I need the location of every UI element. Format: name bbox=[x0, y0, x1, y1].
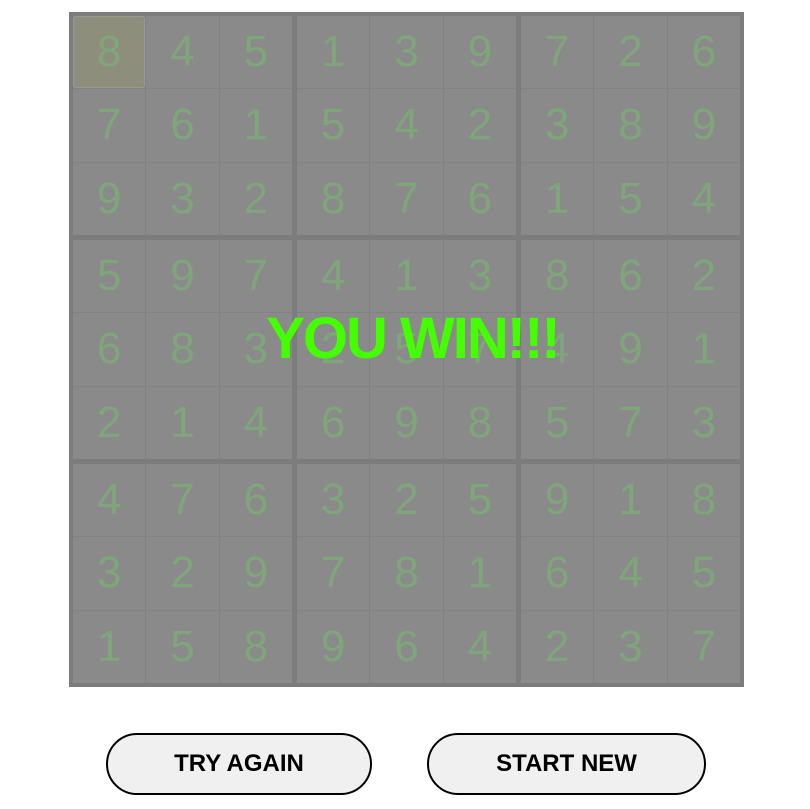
sudoku-cell[interactable]: 3 bbox=[297, 464, 370, 537]
sudoku-cell[interactable]: 1 bbox=[219, 89, 292, 162]
sudoku-cell[interactable]: 2 bbox=[667, 240, 740, 313]
sudoku-cell[interactable]: 7 bbox=[297, 537, 370, 610]
sudoku-cell[interactable]: 8 bbox=[219, 610, 292, 683]
sudoku-cell[interactable]: 6 bbox=[146, 89, 219, 162]
sudoku-cell[interactable]: 2 bbox=[594, 16, 667, 89]
sudoku-cell[interactable]: 9 bbox=[219, 537, 292, 610]
sudoku-cell[interactable]: 7 bbox=[521, 16, 594, 89]
sudoku-box: 413257698 bbox=[297, 240, 516, 459]
sudoku-box: 139542876 bbox=[297, 16, 516, 235]
sudoku-cell[interactable]: 3 bbox=[667, 386, 740, 459]
sudoku-cell[interactable]: 5 bbox=[73, 240, 146, 313]
sudoku-cell[interactable]: 7 bbox=[370, 162, 443, 235]
sudoku-cell[interactable]: 6 bbox=[667, 16, 740, 89]
sudoku-cell[interactable]: 7 bbox=[146, 464, 219, 537]
sudoku-cell[interactable]: 5 bbox=[219, 16, 292, 89]
sudoku-cell[interactable]: 8 bbox=[297, 162, 370, 235]
sudoku-cell[interactable]: 8 bbox=[73, 16, 146, 89]
sudoku-cell[interactable]: 4 bbox=[521, 313, 594, 386]
sudoku-cell[interactable]: 5 bbox=[297, 89, 370, 162]
sudoku-box: 597683214 bbox=[73, 240, 292, 459]
sudoku-cell[interactable]: 1 bbox=[146, 386, 219, 459]
sudoku-cell[interactable]: 4 bbox=[146, 16, 219, 89]
sudoku-cell[interactable]: 3 bbox=[73, 537, 146, 610]
sudoku-cell[interactable]: 9 bbox=[667, 89, 740, 162]
sudoku-cell[interactable]: 3 bbox=[443, 240, 516, 313]
sudoku-cell[interactable]: 5 bbox=[667, 537, 740, 610]
sudoku-cell[interactable]: 3 bbox=[219, 313, 292, 386]
sudoku-cell[interactable]: 1 bbox=[594, 464, 667, 537]
sudoku-cell[interactable]: 2 bbox=[443, 89, 516, 162]
sudoku-cell[interactable]: 3 bbox=[521, 89, 594, 162]
sudoku-box: 862491573 bbox=[521, 240, 740, 459]
sudoku-cell[interactable]: 4 bbox=[443, 610, 516, 683]
sudoku-cell[interactable]: 8 bbox=[521, 240, 594, 313]
sudoku-cell[interactable]: 5 bbox=[443, 464, 516, 537]
sudoku-box: 726389154 bbox=[521, 16, 740, 235]
sudoku-cell[interactable]: 9 bbox=[521, 464, 594, 537]
sudoku-cell[interactable]: 1 bbox=[443, 537, 516, 610]
sudoku-cell[interactable]: 2 bbox=[297, 313, 370, 386]
sudoku-cell[interactable]: 9 bbox=[443, 16, 516, 89]
sudoku-cell[interactable]: 6 bbox=[219, 464, 292, 537]
sudoku-cell[interactable]: 9 bbox=[73, 162, 146, 235]
sudoku-cell[interactable]: 6 bbox=[297, 386, 370, 459]
sudoku-cell[interactable]: 9 bbox=[370, 386, 443, 459]
sudoku-cell[interactable]: 4 bbox=[297, 240, 370, 313]
sudoku-cell[interactable]: 4 bbox=[73, 464, 146, 537]
sudoku-cell[interactable]: 3 bbox=[594, 610, 667, 683]
sudoku-cell[interactable]: 6 bbox=[73, 313, 146, 386]
sudoku-box: 918645237 bbox=[521, 464, 740, 683]
sudoku-cell[interactable]: 1 bbox=[521, 162, 594, 235]
sudoku-cell[interactable]: 4 bbox=[667, 162, 740, 235]
sudoku-cell[interactable]: 9 bbox=[146, 240, 219, 313]
sudoku-cell[interactable]: 5 bbox=[594, 162, 667, 235]
sudoku-cell[interactable]: 4 bbox=[219, 386, 292, 459]
sudoku-cell[interactable]: 8 bbox=[370, 537, 443, 610]
sudoku-cell[interactable]: 7 bbox=[594, 386, 667, 459]
sudoku-cell[interactable]: 6 bbox=[521, 537, 594, 610]
sudoku-cell[interactable]: 5 bbox=[370, 313, 443, 386]
sudoku-cell[interactable]: 4 bbox=[370, 89, 443, 162]
sudoku-cell[interactable]: 2 bbox=[73, 386, 146, 459]
sudoku-box: 325781964 bbox=[297, 464, 516, 683]
sudoku-cell[interactable]: 2 bbox=[219, 162, 292, 235]
sudoku-cell[interactable]: 7 bbox=[219, 240, 292, 313]
sudoku-cell[interactable]: 7 bbox=[443, 313, 516, 386]
sudoku-cell[interactable]: 2 bbox=[146, 537, 219, 610]
sudoku-box: 476329158 bbox=[73, 464, 292, 683]
sudoku-cell[interactable]: 5 bbox=[146, 610, 219, 683]
sudoku-cell[interactable]: 8 bbox=[594, 89, 667, 162]
sudoku-cell[interactable]: 1 bbox=[370, 240, 443, 313]
sudoku-cell[interactable]: 6 bbox=[443, 162, 516, 235]
sudoku-cell[interactable]: 5 bbox=[521, 386, 594, 459]
sudoku-cell[interactable]: 7 bbox=[73, 89, 146, 162]
sudoku-cell[interactable]: 9 bbox=[297, 610, 370, 683]
sudoku-cell[interactable]: 6 bbox=[594, 240, 667, 313]
sudoku-cell[interactable]: 1 bbox=[667, 313, 740, 386]
sudoku-cell[interactable]: 1 bbox=[297, 16, 370, 89]
try-again-button[interactable]: TRY AGAIN bbox=[106, 733, 372, 795]
sudoku-cell[interactable]: 1 bbox=[73, 610, 146, 683]
sudoku-cell[interactable]: 8 bbox=[667, 464, 740, 537]
sudoku-cell[interactable]: 2 bbox=[521, 610, 594, 683]
sudoku-cell[interactable]: 8 bbox=[146, 313, 219, 386]
sudoku-cell[interactable]: 4 bbox=[594, 537, 667, 610]
sudoku-cell[interactable]: 6 bbox=[370, 610, 443, 683]
sudoku-cell[interactable]: 9 bbox=[594, 313, 667, 386]
sudoku-cell[interactable]: 3 bbox=[370, 16, 443, 89]
sudoku-cell[interactable]: 7 bbox=[667, 610, 740, 683]
sudoku-box: 845761932 bbox=[73, 16, 292, 235]
sudoku-cell[interactable]: 2 bbox=[370, 464, 443, 537]
start-new-button[interactable]: START NEW bbox=[427, 733, 706, 795]
sudoku-board: 8457619321395428767263891545976832144132… bbox=[69, 12, 744, 687]
sudoku-cell[interactable]: 8 bbox=[443, 386, 516, 459]
sudoku-cell[interactable]: 3 bbox=[146, 162, 219, 235]
sudoku-grid: 8457619321395428767263891545976832144132… bbox=[73, 16, 740, 683]
